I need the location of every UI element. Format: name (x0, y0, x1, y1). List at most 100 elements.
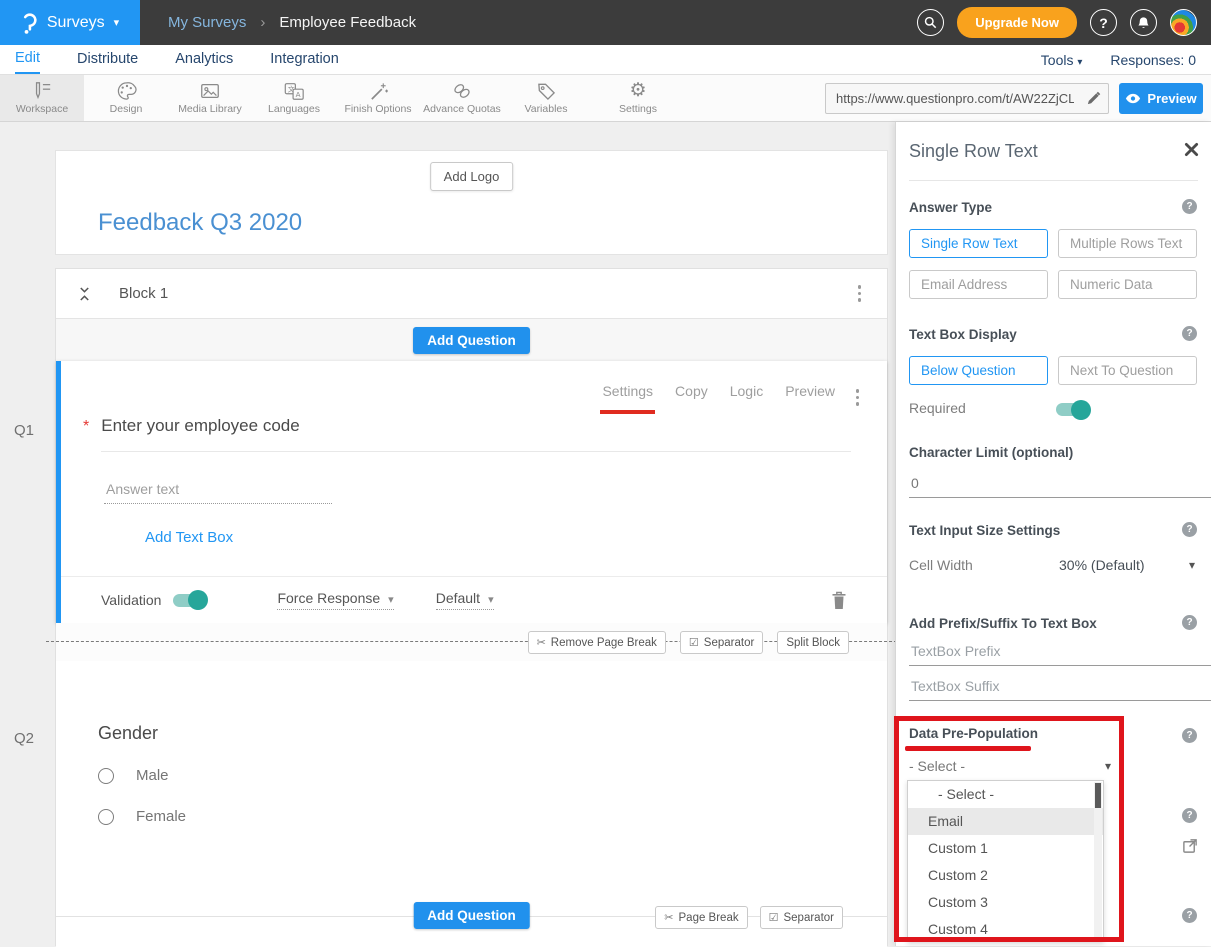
text-box-display-help-icon[interactable]: ? (1182, 326, 1197, 341)
toolbar-languages[interactable]: 文A Languages (252, 75, 336, 121)
data-pre-population-select[interactable]: - Select - ▾ (909, 758, 1109, 775)
cell-width-row: Cell Width 30% (Default) ▾ (909, 557, 1198, 577)
edit-url-button[interactable] (1078, 91, 1108, 106)
preview-button[interactable]: Preview (1119, 83, 1203, 114)
chevron-down-icon[interactable]: ▾ (1189, 558, 1195, 572)
toolbar-workspace[interactable]: Workspace (0, 75, 84, 121)
add-question-button-top[interactable]: Add Question (413, 327, 530, 354)
page-break-strip: ✂Remove Page Break ☑Separator Split Bloc… (56, 623, 887, 661)
q1-menu-button[interactable] (852, 385, 864, 410)
question-action-tabs: Settings Copy Logic Preview (602, 383, 835, 407)
toolbar-media-library[interactable]: Media Library (168, 75, 252, 121)
text-input-size-help-icon[interactable]: ? (1182, 522, 1197, 537)
q1-tab-settings[interactable]: Settings (602, 383, 653, 407)
user-avatar[interactable] (1170, 9, 1197, 36)
close-panel-button[interactable] (1184, 142, 1199, 157)
toolbar-design[interactable]: Design (84, 75, 168, 121)
option-custom-2[interactable]: Custom 2 (908, 862, 1103, 889)
validation-toggle[interactable] (173, 594, 205, 607)
display-below-question[interactable]: Below Question (909, 356, 1048, 385)
question-mark-icon: ? (1099, 15, 1108, 31)
force-response-dropdown[interactable]: Force Response▾ (277, 590, 393, 610)
gear-icon: ⚙ (629, 81, 646, 101)
q1-tab-logic[interactable]: Logic (730, 383, 763, 407)
scrollbar-thumb[interactable] (1095, 783, 1101, 808)
remove-page-break-button[interactable]: ✂Remove Page Break (528, 631, 666, 654)
textbox-suffix-input[interactable] (909, 676, 1211, 701)
required-label: Required (909, 400, 1198, 416)
add-question-button-bottom[interactable]: Add Question (413, 902, 530, 929)
image-icon (199, 81, 221, 101)
delete-question-button[interactable] (831, 591, 847, 610)
answer-type-numeric-data[interactable]: Numeric Data (1058, 270, 1197, 299)
option-email[interactable]: Email (908, 808, 1103, 835)
question-card-q2[interactable]: Gender Male Female Add Question ✂Page Br… (56, 661, 887, 947)
block-name[interactable]: Block 1 (119, 285, 168, 302)
display-next-to-question[interactable]: Next To Question (1058, 356, 1197, 385)
text-box-display-label: Text Box Display (909, 327, 1198, 342)
default-dropdown[interactable]: Default▾ (436, 590, 494, 610)
separator-button-bottom[interactable]: ☑Separator (760, 906, 843, 929)
radio-icon[interactable] (98, 809, 114, 825)
q1-answer-text-input[interactable] (104, 477, 332, 504)
collapse-vertical-icon (78, 286, 91, 302)
toolbar-settings[interactable]: ⚙ Settings (596, 75, 680, 121)
notifications-button[interactable] (1130, 9, 1157, 36)
character-limit-input[interactable] (909, 473, 1211, 498)
tab-distribute[interactable]: Distribute (77, 47, 138, 73)
tab-integration[interactable]: Integration (270, 47, 339, 73)
chain-links-icon (451, 81, 473, 101)
required-toggle[interactable] (1056, 403, 1088, 416)
questionpro-logo-icon (21, 11, 38, 35)
toolbar-variables[interactable]: Variables (504, 75, 588, 121)
answer-type-help-icon[interactable]: ? (1182, 199, 1197, 214)
page-break-button[interactable]: ✂Page Break (655, 906, 747, 929)
split-block-button[interactable]: Split Block (777, 631, 849, 654)
help-button[interactable]: ? (1090, 9, 1117, 36)
tools-dropdown[interactable]: Tools ▾ (1041, 52, 1083, 68)
add-text-box-link[interactable]: Add Text Box (145, 529, 233, 546)
block-card: Block 1 Add Question Settings Copy Logic… (55, 268, 888, 946)
question-card-q1[interactable]: Settings Copy Logic Preview * Enter your… (56, 361, 887, 623)
hidden-section-help-icon-2[interactable]: ? (1182, 908, 1197, 923)
upgrade-now-button[interactable]: Upgrade Now (957, 7, 1077, 38)
collapse-block-button[interactable] (78, 286, 91, 302)
option-custom-4[interactable]: Custom 4 (908, 916, 1103, 942)
answer-type-single-row-text[interactable]: Single Row Text (909, 229, 1048, 258)
cell-width-value[interactable]: 30% (Default) (1059, 557, 1145, 573)
data-pre-population-help-icon[interactable]: ? (1182, 728, 1197, 743)
q2-option-female[interactable]: Female (98, 808, 186, 825)
toolbar-advance-quotas[interactable]: Advance Quotas (420, 75, 504, 121)
survey-title[interactable]: Feedback Q3 2020 (98, 209, 302, 237)
dropdown-scrollbar[interactable] (1094, 782, 1102, 940)
block-menu-button[interactable] (854, 281, 866, 306)
tab-analytics[interactable]: Analytics (175, 47, 233, 73)
app-logo-menu[interactable]: Surveys ▾ (0, 0, 140, 45)
survey-url-input[interactable] (826, 91, 1078, 106)
open-external-button[interactable] (1182, 838, 1198, 854)
hidden-section-help-icon[interactable]: ? (1182, 808, 1197, 823)
option-select[interactable]: - Select - (908, 781, 1103, 808)
answer-type-email-address[interactable]: Email Address (909, 270, 1048, 299)
search-button[interactable] (917, 9, 944, 36)
tag-icon (536, 81, 557, 101)
breadcrumb-my-surveys[interactable]: My Surveys (168, 14, 246, 31)
radio-icon[interactable] (98, 768, 114, 784)
q1-question-text[interactable]: Enter your employee code (101, 416, 299, 436)
prefix-suffix-help-icon[interactable]: ? (1182, 615, 1197, 630)
responses-count[interactable]: Responses: 0 (1110, 52, 1196, 68)
add-logo-button[interactable]: Add Logo (430, 162, 514, 191)
answer-type-multiple-rows-text[interactable]: Multiple Rows Text (1058, 229, 1197, 258)
scissors-icon: ✂ (664, 911, 673, 924)
breadcrumb: My Surveys › Employee Feedback (168, 14, 416, 31)
q2-option-male[interactable]: Male (98, 767, 169, 784)
q1-tab-copy[interactable]: Copy (675, 383, 708, 407)
textbox-prefix-input[interactable] (909, 641, 1211, 666)
separator-button[interactable]: ☑Separator (680, 631, 763, 654)
option-custom-3[interactable]: Custom 3 (908, 889, 1103, 916)
toolbar-finish-options[interactable]: Finish Options (336, 75, 420, 121)
tab-edit[interactable]: Edit (15, 46, 40, 74)
q2-question-text[interactable]: Gender (98, 723, 158, 744)
option-custom-1[interactable]: Custom 1 (908, 835, 1103, 862)
q1-tab-preview[interactable]: Preview (785, 383, 835, 407)
